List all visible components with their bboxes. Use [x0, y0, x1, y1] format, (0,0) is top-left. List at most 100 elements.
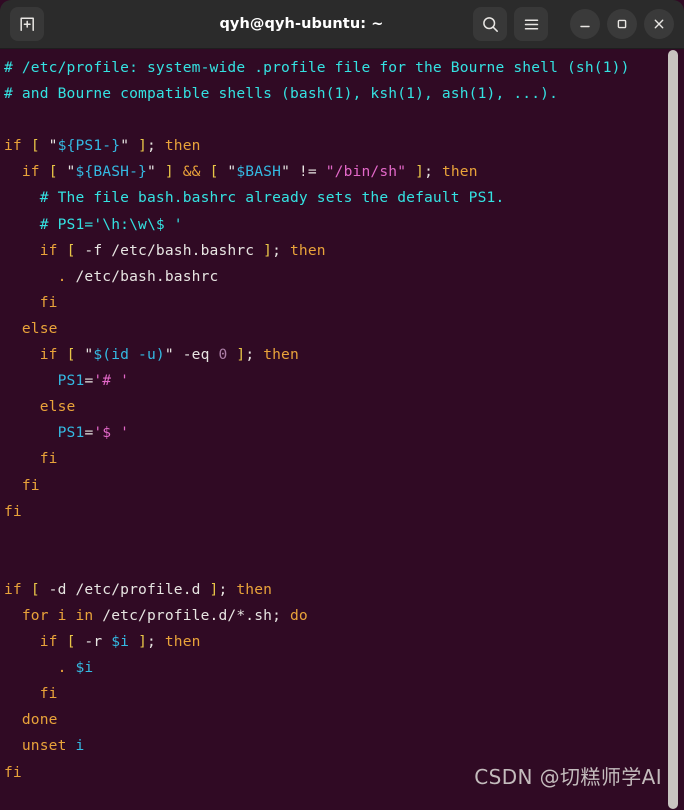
terminal-token: then [441, 163, 478, 181]
terminal-token: -d /etc/profile.d [39, 580, 210, 598]
terminal-token: then [289, 241, 326, 259]
terminal-token: ; [147, 137, 165, 155]
terminal-token: '$ ' [93, 424, 130, 442]
terminal-token: -r [75, 633, 112, 651]
terminal-token: if [39, 241, 58, 259]
terminal-token: ] [164, 163, 174, 181]
new-tab-icon [18, 15, 37, 34]
terminal-token: if [4, 137, 22, 155]
terminal-line: if [ -f /etc/bash.bashrc ]; then [4, 238, 684, 264]
terminal-token: ] [236, 346, 246, 364]
terminal-token: if [21, 163, 40, 181]
terminal-token: [ [66, 241, 76, 259]
terminal-token: . [57, 267, 67, 285]
terminal-token: " [57, 163, 76, 181]
close-button[interactable] [644, 9, 674, 39]
scrollbar-thumb[interactable] [668, 50, 678, 809]
terminal-token: [ [30, 137, 40, 155]
terminal-token: '# ' [93, 372, 130, 390]
terminal-line: if [ -d /etc/profile.d ]; then [4, 577, 684, 603]
maximize-icon [614, 16, 630, 32]
terminal-window: qyh@qyh-ubuntu: ~ # /etc/profile: system… [0, 0, 684, 810]
terminal-token: # /etc/profile: system-wide .profile fil… [4, 59, 630, 76]
terminal-token: " -eq [164, 346, 219, 364]
terminal-token: then [164, 633, 201, 651]
terminal-scrollbar[interactable] [667, 50, 679, 809]
minimize-icon [577, 16, 593, 32]
terminal-token: [ [30, 580, 40, 598]
terminal-token: " [120, 137, 139, 155]
terminal-output-area[interactable]: # /etc/profile: system-wide .profile fil… [0, 49, 684, 810]
terminal-token: in [75, 606, 94, 624]
terminal-line: fi [4, 473, 684, 499]
terminal-token: fi [39, 685, 58, 703]
terminal-text: # /etc/profile: system-wide .profile fil… [0, 49, 684, 810]
terminal-token: i [57, 606, 67, 624]
terminal-token: [ [48, 163, 58, 181]
terminal-token: " [147, 163, 165, 181]
terminal-token: then [236, 580, 273, 598]
terminal-line: if [ "${BASH-}" ] && [ "$BASH" != "/bin/… [4, 159, 684, 185]
minimize-button[interactable] [570, 9, 600, 39]
terminal-token: fi [39, 450, 58, 468]
terminal-token: else [39, 398, 76, 416]
search-button[interactable] [473, 7, 507, 41]
titlebar-right-group [473, 7, 674, 41]
terminal-token: /etc/bash.bashrc [66, 267, 219, 285]
terminal-token: /etc/profile.d/*.sh; [93, 606, 290, 624]
terminal-token: "/bin/sh" [325, 163, 407, 181]
terminal-token: " [39, 137, 58, 155]
terminal-token: " [75, 346, 94, 364]
terminal-token: $i [75, 659, 94, 677]
terminal-token: fi [21, 476, 40, 494]
terminal-token: [ [66, 346, 76, 364]
terminal-token: ; [272, 241, 290, 259]
terminal-token: ; [147, 633, 165, 651]
terminal-token: ] [138, 137, 147, 155]
terminal-token: ] [138, 633, 147, 651]
terminal-line: fi [4, 681, 684, 707]
terminal-token: for [21, 606, 49, 624]
terminal-line: # The file bash.bashrc already sets the … [4, 185, 684, 211]
terminal-line: . $i [4, 655, 684, 681]
terminal-token: $(id -u) [93, 346, 165, 364]
terminal-token: i [75, 737, 85, 755]
terminal-token: ${PS1-} [57, 137, 121, 155]
search-icon [481, 15, 500, 34]
new-tab-button[interactable] [10, 7, 44, 41]
terminal-line: fi [4, 446, 684, 472]
terminal-token: ; [424, 163, 442, 181]
window-titlebar: qyh@qyh-ubuntu: ~ [0, 0, 684, 49]
terminal-token: else [21, 319, 58, 337]
maximize-button[interactable] [607, 9, 637, 39]
terminal-line: PS1='# ' [4, 368, 684, 394]
terminal-line: # and Bourne compatible shells (bash(1),… [4, 81, 684, 107]
terminal-token: # The file bash.bashrc already sets the … [4, 189, 505, 207]
terminal-token: [ [209, 163, 219, 181]
terminal-line: if [ "${PS1-}" ]; then [4, 133, 684, 159]
menu-button[interactable] [514, 7, 548, 41]
close-icon [651, 16, 667, 32]
terminal-token: if [39, 633, 58, 651]
titlebar-left-group [10, 7, 130, 41]
terminal-token: # and Bourne compatible shells (bash(1),… [4, 85, 559, 103]
